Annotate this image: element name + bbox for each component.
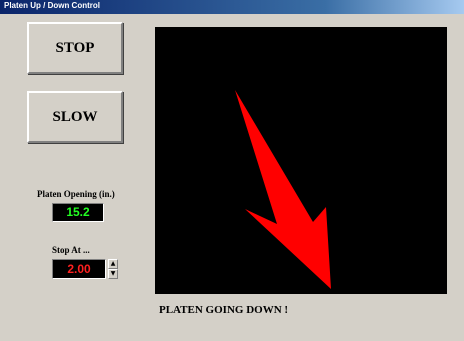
spinner-down-button[interactable]: ▼	[108, 269, 118, 279]
arrow-shape	[235, 90, 331, 289]
platen-opening-label: Platen Opening (in.)	[37, 189, 115, 199]
platen-opening-readout: 15.2	[52, 203, 104, 222]
stop-button[interactable]: STOP	[27, 22, 123, 74]
stop-at-field[interactable]: 2.00	[52, 259, 106, 279]
direction-display	[155, 27, 447, 294]
stop-at-label: Stop At ...	[52, 245, 90, 255]
stop-at-spinner[interactable]: ▲ ▼	[108, 259, 118, 279]
status-message: PLATEN GOING DOWN !	[159, 304, 289, 316]
title-bar: Platen Up / Down Control	[0, 0, 464, 14]
window-title: Platen Up / Down Control	[4, 1, 100, 10]
arrow-down-right-icon	[235, 90, 331, 289]
slow-button[interactable]: SLOW	[27, 91, 123, 143]
spinner-up-button[interactable]: ▲	[108, 259, 118, 269]
window-client-area: STOP SLOW Platen Opening (in.) 15.2 Stop…	[0, 14, 464, 341]
